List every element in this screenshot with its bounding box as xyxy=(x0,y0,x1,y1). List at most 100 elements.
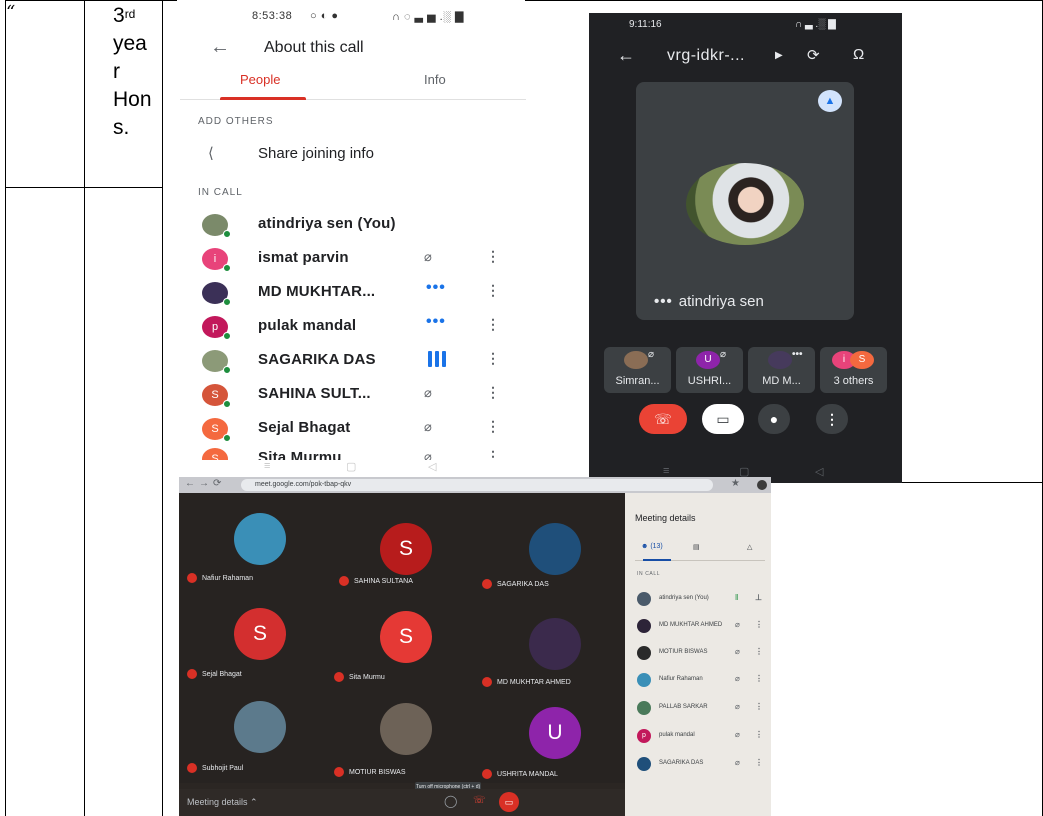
recents-nav-icon[interactable]: ≡ xyxy=(663,465,669,477)
more-options-icon[interactable]: ⋮ xyxy=(755,647,763,656)
table-border-left xyxy=(5,0,6,816)
microphone-button[interactable]: ● xyxy=(758,404,790,434)
online-dot xyxy=(223,264,231,272)
participant-row[interactable]: atindriya sen (You) ‖ ⊥ xyxy=(625,590,771,610)
thumbnail-tile[interactable]: U ⌀ USHRI... xyxy=(676,347,743,393)
participant-name: MOTIUR BISWAS xyxy=(659,649,708,655)
quote-mark: “ xyxy=(6,2,16,23)
camera-off-button[interactable]: ▭ xyxy=(499,792,519,812)
avatar: S xyxy=(380,523,432,575)
mic-off-icon: ⌀ xyxy=(735,620,740,629)
participant-name: pulak mandal xyxy=(258,317,357,334)
avatar: i xyxy=(202,248,231,272)
more-options-icon[interactable]: ⋮ xyxy=(486,448,500,460)
profile-avatar[interactable] xyxy=(757,480,767,490)
active-tab-indicator xyxy=(220,97,306,100)
more-options-icon[interactable]: ⋮ xyxy=(755,674,763,683)
camera-off-button[interactable]: ▭ xyxy=(702,404,744,434)
more-options-icon[interactable]: ⋮ xyxy=(486,350,500,367)
tab-people[interactable]: ☻ (13) xyxy=(641,543,663,550)
audio-dots-icon: ••• xyxy=(654,293,673,310)
participant-row[interactable]: i ismat parvin ⌀ ⋮ xyxy=(180,244,526,278)
participant-name: Sejal Bhagat xyxy=(258,419,351,436)
participant-row[interactable]: MD MUKHTAR... ••• ⋮ xyxy=(180,278,526,312)
participant-row[interactable]: SAGARIKA DAS ⋮ xyxy=(180,346,526,380)
more-options-button[interactable]: ⋮ xyxy=(816,404,848,434)
tab-activities[interactable]: △ xyxy=(747,543,752,551)
mic-off-icon xyxy=(334,672,344,682)
participant-row[interactable]: MOTIUR BISWAS ⌀ ⋮ xyxy=(625,644,771,664)
thumbnail-tile[interactable]: ⌀ Simran... xyxy=(604,347,671,393)
mic-off-icon xyxy=(482,769,492,779)
meeting-code[interactable]: vrg-idkr-... xyxy=(667,47,745,65)
signal-icons: ∩ ◌ ▃ ▅ .░ ▇ xyxy=(392,11,464,23)
mic-off-icon: ⌀ xyxy=(424,249,432,264)
more-options-icon[interactable]: ⋮ xyxy=(486,418,500,435)
star-icon[interactable]: ★ xyxy=(731,478,740,489)
more-options-icon[interactable]: ⋮ xyxy=(486,282,500,299)
switch-camera-icon[interactable]: ⟳ xyxy=(807,46,820,64)
headphones-icon[interactable]: Ω xyxy=(853,46,864,63)
thumbnail-tile[interactable]: i S 3 others xyxy=(820,347,887,393)
participant-row[interactable]: PALLAB SARKAR ⌀ ⋮ xyxy=(625,699,771,719)
more-options-icon[interactable]: ⋮ xyxy=(755,620,763,629)
microphone-button[interactable]: ◯ xyxy=(444,794,457,808)
thumbnail-tile[interactable]: ••• MD M... xyxy=(748,347,815,393)
year-cell: 3rd yea r Hon s. xyxy=(113,2,157,142)
pin-icon[interactable]: ▲ xyxy=(818,90,842,112)
participant-row[interactable]: p pulak mandal ⌀ ⋮ xyxy=(625,727,771,747)
back-nav-icon[interactable]: ◁ xyxy=(815,465,823,478)
more-options-icon[interactable]: ⋮ xyxy=(755,758,763,767)
participant-name: pulak mandal xyxy=(659,732,695,738)
end-call-button[interactable]: ☏ xyxy=(639,404,687,434)
more-options-icon[interactable]: ⋮ xyxy=(486,384,500,401)
table-border-top xyxy=(5,0,177,1)
participant-name: Sita Murmu xyxy=(258,449,342,460)
tile-name: MOTIUR BISWAS xyxy=(349,768,406,776)
end-call-button[interactable]: ☏ xyxy=(473,795,486,806)
participant-row[interactable]: S Sejal Bhagat ⌀ ⋮ xyxy=(180,414,526,448)
participant-name: SAGARIKA DAS xyxy=(258,351,376,368)
tab-info[interactable]: Info xyxy=(424,72,446,87)
more-options-icon[interactable]: ⋮ xyxy=(486,316,500,333)
participant-row[interactable]: p pulak mandal ••• ⋮ xyxy=(180,312,526,346)
tab-people[interactable]: People xyxy=(240,72,280,87)
back-nav-icon[interactable]: ◁ xyxy=(428,460,436,473)
participant-name: SAHINA SULT... xyxy=(258,385,371,402)
back-arrow-icon[interactable]: ← xyxy=(617,45,635,66)
back-arrow-icon[interactable]: ← xyxy=(210,36,230,59)
mic-off-icon: ⌀ xyxy=(735,758,740,767)
participant-row[interactable]: atindriya sen (You) xyxy=(180,210,526,244)
participant-row[interactable]: MD MUKHTAR AHMED ⌀ ⋮ xyxy=(625,617,771,637)
participant-name: Nafiur Rahaman xyxy=(659,676,703,682)
recents-nav-icon[interactable]: ≡ xyxy=(264,460,270,472)
more-options-icon[interactable]: ⋮ xyxy=(486,248,500,265)
participant-row[interactable]: SAGARIKA DAS ⌀ ⋮ xyxy=(625,755,771,775)
online-dot xyxy=(223,298,231,306)
avatar xyxy=(768,351,792,369)
more-options-icon[interactable]: ⋮ xyxy=(755,730,763,739)
main-video-tile[interactable]: ▲ ••• atindriya sen xyxy=(636,82,854,320)
more-options-icon[interactable]: ⋮ xyxy=(755,702,763,711)
mic-off-icon xyxy=(334,767,344,777)
participant-row[interactable]: S Sita Murmu ⌀ ⋮ xyxy=(180,444,526,460)
in-call-heading: IN CALL xyxy=(198,187,243,198)
mic-off-icon xyxy=(339,576,349,586)
app-header: ← About this call xyxy=(180,34,526,68)
participant-row[interactable]: Nafiur Rahaman ⌀ ⋮ xyxy=(625,671,771,691)
tile-name: SAGARIKA DAS xyxy=(497,580,549,588)
avatar-initial: S xyxy=(211,389,219,401)
year-line: r xyxy=(113,60,120,83)
home-nav-icon[interactable]: ▢ xyxy=(346,460,356,473)
pin-icon[interactable]: ⊥ xyxy=(755,593,762,602)
participant-row[interactable]: S SAHINA SULT... ⌀ ⋮ xyxy=(180,380,526,414)
online-dot xyxy=(223,434,231,442)
avatar xyxy=(637,592,651,606)
share-joining-info-button[interactable]: ⟨ Share joining info xyxy=(180,140,526,170)
avatar-initial: S xyxy=(211,453,219,460)
meeting-details-button[interactable]: Meeting details ⌃ xyxy=(187,797,258,808)
tab-chat[interactable]: ▤ xyxy=(693,543,700,551)
address-bar[interactable]: meet.google.com/pok-tbap-qkv xyxy=(241,479,713,491)
mic-off-icon: ⌀ xyxy=(735,730,740,739)
browser-nav-icons[interactable]: ←→⟳ xyxy=(185,478,225,489)
